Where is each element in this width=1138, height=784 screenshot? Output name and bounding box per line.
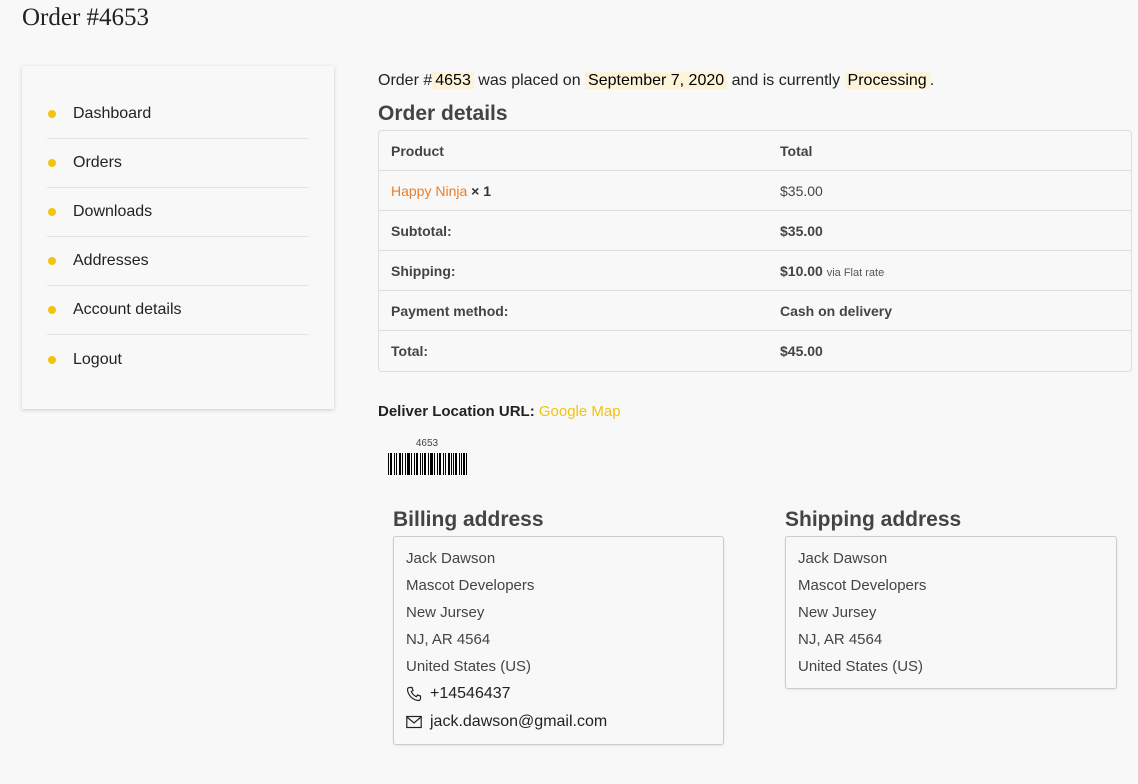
payment-method-label: Payment method: bbox=[379, 291, 768, 331]
shipping-name: Jack Dawson bbox=[798, 550, 888, 567]
total-value: $45.00 bbox=[780, 343, 823, 359]
shipping-label: Shipping: bbox=[379, 251, 768, 291]
mail-icon bbox=[406, 715, 422, 729]
product-qty: × 1 bbox=[471, 182, 492, 199]
table-row: Shipping: $10.00 via Flat rate bbox=[379, 251, 1131, 291]
billing-email-value: jack.dawson@gmail.com bbox=[430, 713, 608, 730]
shipping-country: United States (US) bbox=[798, 658, 924, 675]
shipping-address-column: Shipping address Jack Dawson Mascot Deve… bbox=[785, 508, 1117, 689]
nav-item-label: Orders bbox=[73, 154, 122, 171]
nav-item-account-details[interactable]: Account details bbox=[47, 286, 309, 335]
billing-address-column: Billing address Jack Dawson Mascot Devel… bbox=[393, 508, 724, 745]
bullet-dot-icon bbox=[48, 159, 56, 167]
shipping-state-zip: NJ, AR 4564 bbox=[798, 631, 883, 648]
nav-item-label: Dashboard bbox=[73, 105, 152, 122]
barcode-number: 4653 bbox=[415, 438, 439, 449]
subtotal-label: Subtotal: bbox=[379, 211, 768, 251]
table-row: Subtotal: $35.00 bbox=[379, 211, 1131, 251]
billing-city: New Jursey bbox=[406, 604, 485, 621]
shipping-address-box: Jack Dawson Mascot Developers New Jursey… bbox=[785, 536, 1117, 689]
account-navigation: Dashboard Orders Downloads Addresses Acc… bbox=[22, 66, 334, 409]
bullet-dot-icon bbox=[48, 257, 56, 265]
total-header: Total bbox=[768, 131, 1131, 171]
total-label: Total: bbox=[391, 343, 429, 359]
subtotal-value: $35.00 bbox=[768, 211, 1131, 251]
shipping-cell: $10.00 via Flat rate bbox=[768, 251, 1131, 291]
table-row: Happy Ninja × 1 $35.00 bbox=[379, 171, 1131, 211]
product-cell: Happy Ninja × 1 bbox=[379, 171, 768, 211]
shipping-method: via Flat rate bbox=[826, 266, 885, 279]
billing-name: Jack Dawson bbox=[406, 550, 496, 567]
barcode-icon bbox=[388, 453, 467, 475]
billing-state-zip: NJ, AR 4564 bbox=[406, 631, 491, 648]
nav-item-label: Addresses bbox=[73, 252, 149, 269]
nav-item-addresses[interactable]: Addresses bbox=[47, 237, 309, 286]
deliver-location: Deliver Location URL: Google Map bbox=[378, 403, 1133, 420]
billing-phone-value: +14546437 bbox=[430, 685, 511, 702]
bullet-dot-icon bbox=[48, 208, 56, 216]
phone-icon bbox=[406, 686, 422, 702]
deliver-location-label: Deliver Location URL: bbox=[378, 403, 535, 420]
bullet-dot-icon bbox=[48, 355, 56, 364]
order-status-line: Order #4653 was placed on September 7, 2… bbox=[378, 68, 1133, 94]
status-current-text: and is currently bbox=[731, 72, 841, 89]
shipping-address-title: Shipping address bbox=[785, 508, 962, 531]
status-prefix: Order # bbox=[378, 72, 433, 89]
nav-item-label: Account details bbox=[73, 301, 182, 318]
addresses-section: Billing address Jack Dawson Mascot Devel… bbox=[393, 508, 1117, 748]
product-header: Product bbox=[379, 131, 768, 171]
order-date: September 7, 2020 bbox=[585, 72, 728, 89]
order-details-title: Order details bbox=[378, 102, 508, 125]
billing-address-box: Jack Dawson Mascot Developers New Jursey… bbox=[393, 536, 724, 745]
shipping-company: Mascot Developers bbox=[798, 577, 927, 594]
nav-item-label: Downloads bbox=[73, 203, 153, 220]
billing-email: jack.dawson@gmail.com bbox=[406, 708, 711, 736]
bullet-dot-icon bbox=[48, 110, 56, 118]
payment-method-value: Cash on delivery bbox=[768, 291, 1131, 331]
billing-country: United States (US) bbox=[406, 658, 532, 675]
bullet-dot-icon bbox=[48, 306, 56, 314]
google-map-link[interactable]: Google Map bbox=[539, 403, 621, 420]
nav-item-label: Logout bbox=[73, 350, 122, 368]
order-main: Order #4653 was placed on September 7, 2… bbox=[378, 66, 1133, 480]
shipping-city: New Jursey bbox=[798, 604, 877, 621]
product-link[interactable]: Happy Ninja bbox=[391, 183, 467, 199]
order-barcode: 4653 bbox=[387, 438, 467, 480]
shipping-value: $10.00 bbox=[780, 262, 823, 279]
status-placed-text: was placed on bbox=[478, 72, 581, 89]
billing-phone: +14546437 bbox=[406, 680, 711, 708]
page-title: Order #4653 bbox=[22, 4, 150, 31]
status-suffix: . bbox=[929, 72, 935, 89]
billing-company: Mascot Developers bbox=[406, 577, 535, 594]
nav-item-dashboard[interactable]: Dashboard bbox=[47, 90, 309, 139]
table-row: Payment method: Cash on delivery bbox=[379, 291, 1131, 331]
nav-item-logout[interactable]: Logout bbox=[47, 335, 309, 384]
order-details-table: Product Total Happy Ninja × 1 $35.00 Sub… bbox=[378, 130, 1132, 372]
nav-item-downloads[interactable]: Downloads bbox=[47, 188, 309, 237]
order-state: Processing bbox=[844, 72, 930, 89]
product-total: $35.00 bbox=[768, 171, 1131, 211]
billing-address-title: Billing address bbox=[393, 508, 544, 531]
table-header-row: Product Total bbox=[379, 131, 1131, 171]
table-row: Total: $45.00 bbox=[379, 331, 1131, 371]
nav-item-orders[interactable]: Orders bbox=[47, 139, 309, 188]
order-number: 4653 bbox=[432, 72, 474, 89]
